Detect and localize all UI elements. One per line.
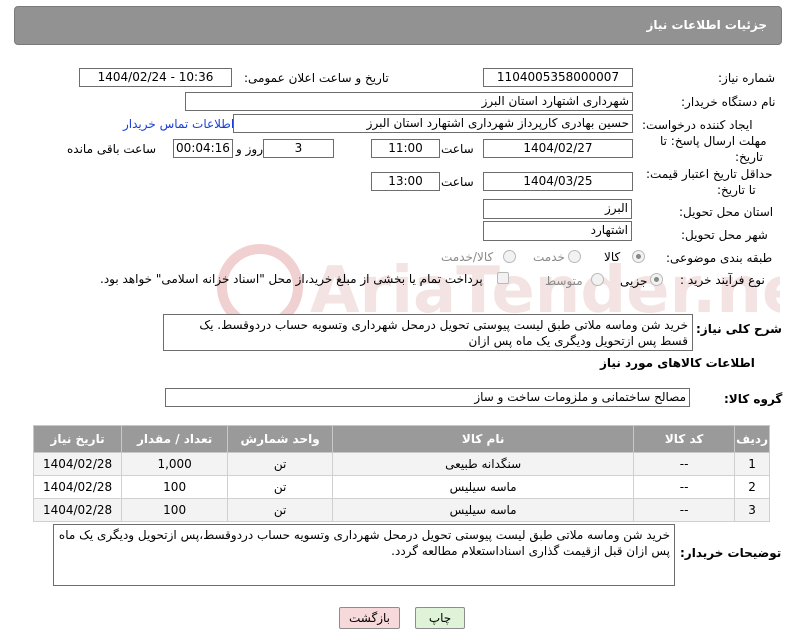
buyer-contact-link[interactable]: اطلاعات تماس خریدار <box>123 117 234 131</box>
cell-row: 3 <box>734 498 770 522</box>
price-time-field: 13:00 <box>371 172 440 191</box>
goods-group-field: مصالح ساختمانی و ملزومات ساخت و ساز <box>165 388 690 407</box>
cell-name: ماسه سیلیس <box>332 498 635 522</box>
table-row: 3 -- ماسه سیلیس تن 100 1404/02/28 <box>32 498 770 522</box>
description-label: شرح کلی نیاز: <box>696 322 782 336</box>
goods-table: ردیف کد کالا نام کالا واحد شمارش تعداد /… <box>32 425 770 522</box>
category-radio-service[interactable] <box>568 250 581 263</box>
price-date-field: 1404/03/25 <box>483 172 633 191</box>
cell-row: 1 <box>734 452 770 476</box>
announce-label: تاریخ و ساعت اعلان عمومی: <box>244 71 389 85</box>
goods-info-title: اطلاعات کالاهای مورد نیاز <box>600 356 755 370</box>
announce-field: 1404/02/24 - 10:36 <box>79 68 232 87</box>
cell-date: 1404/02/28 <box>32 475 123 499</box>
col-qty: تعداد / مقدار <box>121 425 229 453</box>
remaining-time-field: 00:04:16 <box>173 139 233 158</box>
process-radio-minor[interactable] <box>650 273 663 286</box>
reply-deadline-label-date: تاریخ: <box>735 150 763 164</box>
creator-field: حسین بهادری کارپرداز شهرداری اشتهارد است… <box>233 114 633 133</box>
process-option-medium: متوسط <box>545 274 583 288</box>
print-button[interactable]: چاپ <box>415 607 465 629</box>
reply-deadline-label: مهلت ارسال پاسخ: تا <box>660 134 767 148</box>
category-radio-goods-service[interactable] <box>503 250 516 263</box>
city-label: شهر محل تحویل: <box>681 228 768 242</box>
category-label: طبقه بندی موضوعی: <box>666 251 773 265</box>
cell-qty: 100 <box>121 498 229 522</box>
cell-row: 2 <box>734 475 770 499</box>
buyer-notes-textarea[interactable]: خرید شن وماسه ملاتی طبق لیست پیوستی تحوی… <box>53 524 675 586</box>
cell-unit: تن <box>227 498 334 522</box>
cell-unit: تن <box>227 475 334 499</box>
price-validity-label-date: تا تاریخ: <box>717 183 756 197</box>
cell-code: -- <box>633 498 736 522</box>
back-button[interactable]: بازگشت <box>339 607 400 629</box>
creator-label: ایجاد کننده درخواست: <box>642 118 753 132</box>
reply-time-label: ساعت <box>441 142 474 156</box>
city-field: اشتهارد <box>483 221 632 241</box>
cell-unit: تن <box>227 452 334 476</box>
province-label: استان محل تحویل: <box>679 205 774 219</box>
table-header-row: ردیف کد کالا نام کالا واحد شمارش تعداد /… <box>32 425 770 453</box>
cell-qty: 100 <box>121 475 229 499</box>
remaining-label: ساعت باقی مانده <box>67 142 157 156</box>
days-label: روز و <box>236 142 263 156</box>
process-option-minor: جزیی <box>620 274 648 288</box>
reply-time-field: 11:00 <box>371 139 440 158</box>
days-count-field: 3 <box>263 139 334 158</box>
description-text: خرید شن وماسه ملاتی طبق لیست پیوستی تحوی… <box>199 318 688 348</box>
col-name: نام کالا <box>332 425 635 453</box>
buyer-org-field: شهرداری اشتهارد استان البرز <box>185 92 633 111</box>
table-row: 1 -- سنگدانه طبیعی تن 1,000 1404/02/28 <box>32 452 770 476</box>
cell-code: -- <box>633 475 736 499</box>
category-radio-goods[interactable] <box>632 250 645 263</box>
process-radio-medium[interactable] <box>591 273 604 286</box>
category-option-service: خدمت <box>533 250 565 264</box>
process-label: نوع فرآیند خرید : <box>680 273 765 287</box>
price-time-label: ساعت <box>441 175 474 189</box>
cell-name: ماسه سیلیس <box>332 475 635 499</box>
col-code: کد کالا <box>633 425 736 453</box>
buyer-org-label: نام دستگاه خریدار: <box>681 95 776 109</box>
treasury-payment-checkbox[interactable] <box>497 272 509 284</box>
category-option-goods-service: کالا/خدمت <box>441 250 494 264</box>
cell-name: سنگدانه طبیعی <box>332 452 635 476</box>
description-textarea[interactable]: خرید شن وماسه ملاتی طبق لیست پیوستی تحوی… <box>163 314 693 351</box>
cell-date: 1404/02/28 <box>32 452 123 476</box>
buyer-notes-label: توضیحات خریدار: <box>680 546 782 560</box>
col-row: ردیف <box>734 425 770 453</box>
need-number-label: شماره نیاز: <box>718 71 775 85</box>
category-option-goods: کالا <box>604 250 621 264</box>
need-number-field: 1104005358000007 <box>483 68 633 87</box>
cell-date: 1404/02/28 <box>32 498 123 522</box>
cell-code: -- <box>633 452 736 476</box>
panel-title: جزئیات اطلاعات نیاز <box>646 18 767 32</box>
goods-group-label: گروه کالا: <box>724 392 783 406</box>
buyer-notes-text: خرید شن وماسه ملاتی طبق لیست پیوستی تحوی… <box>58 528 670 558</box>
treasury-payment-note: پرداخت تمام یا بخشی از مبلغ خرید،از محل … <box>100 272 483 286</box>
panel-header: جزئیات اطلاعات نیاز <box>14 6 782 45</box>
reply-date-field: 1404/02/27 <box>483 139 633 158</box>
province-field: البرز <box>483 199 632 219</box>
table-row: 2 -- ماسه سیلیس تن 100 1404/02/28 <box>32 475 770 499</box>
col-unit: واحد شمارش <box>227 425 334 453</box>
col-date: تاریخ نیاز <box>32 425 123 453</box>
cell-qty: 1,000 <box>121 452 229 476</box>
price-validity-label: حداقل تاریخ اعتبار قیمت: <box>646 167 773 181</box>
